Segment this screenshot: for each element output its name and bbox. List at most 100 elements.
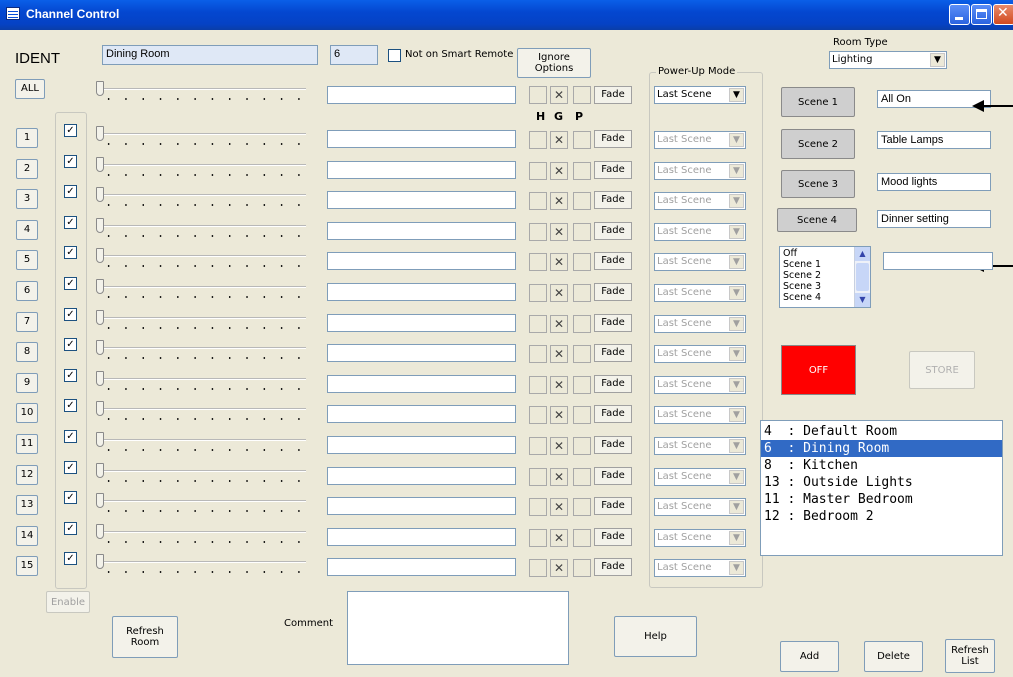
channel-slider[interactable] [96,248,308,272]
slider-thumb[interactable] [96,218,104,233]
chevron-down-icon[interactable]: ▼ [729,255,744,269]
scene-2-button[interactable]: Scene 2 [781,129,855,159]
slider-thumb[interactable] [96,524,104,539]
channel-button[interactable]: 6 [16,281,38,301]
all-g-toggle[interactable]: ✕ [550,86,568,104]
channel-g-toggle[interactable]: ✕ [550,162,568,180]
slider-thumb[interactable] [96,401,104,416]
scene-1-button[interactable]: Scene 1 [781,87,855,117]
chevron-down-icon[interactable]: ▼ [729,531,744,545]
channel-g-toggle[interactable]: ✕ [550,284,568,302]
channel-fade-button[interactable]: Fade [594,375,632,393]
chevron-down-icon[interactable]: ▼ [729,317,744,331]
scrollbar[interactable]: ▲ ▼ [854,247,870,307]
scene-list-item[interactable]: Scene 3 [783,281,821,292]
delete-button[interactable]: Delete [864,641,923,672]
channel-p-toggle[interactable] [573,284,591,302]
channel-g-toggle[interactable]: ✕ [550,192,568,210]
channel-name-field[interactable] [327,375,516,393]
channel-p-toggle[interactable] [573,162,591,180]
all-fade-button[interactable]: Fade [594,86,632,104]
channel-g-toggle[interactable]: ✕ [550,406,568,424]
channel-enable-checkbox[interactable]: ✓ [64,552,77,565]
chevron-down-icon[interactable]: ▼ [729,347,744,361]
channel-power-up-select[interactable]: Last Scene ▼ [654,315,746,333]
all-power-up-select[interactable]: Last Scene ▼ [654,86,746,104]
channel-fade-button[interactable]: Fade [594,314,632,332]
chevron-down-icon[interactable]: ▼ [729,133,744,147]
channel-power-up-select[interactable]: Last Scene ▼ [654,253,746,271]
scroll-up-icon[interactable]: ▲ [855,247,870,261]
channel-power-up-select[interactable]: Last Scene ▼ [654,406,746,424]
channel-slider[interactable] [96,463,308,487]
refresh-room-button[interactable]: Refresh Room [112,616,178,658]
scene-list-item[interactable]: Off [783,248,821,259]
channel-p-toggle[interactable] [573,406,591,424]
channel-name-field[interactable] [327,314,516,332]
all-button[interactable]: ALL [15,79,45,99]
channel-g-toggle[interactable]: ✕ [550,437,568,455]
slider-thumb[interactable] [96,81,104,96]
channel-h-toggle[interactable] [529,162,547,180]
channel-p-toggle[interactable] [573,131,591,149]
comment-field[interactable] [347,591,569,665]
slider-thumb[interactable] [96,187,104,202]
enable-button[interactable]: Enable [46,591,90,613]
channel-fade-button[interactable]: Fade [594,283,632,301]
channel-enable-checkbox[interactable]: ✓ [64,308,77,321]
channel-name-field[interactable] [327,436,516,454]
channel-enable-checkbox[interactable]: ✓ [64,246,77,259]
channel-slider[interactable] [96,371,308,395]
channel-enable-checkbox[interactable]: ✓ [64,277,77,290]
not-on-remote-checkbox[interactable] [388,49,401,62]
channel-button[interactable]: 2 [16,159,38,179]
channel-button[interactable]: 11 [16,434,38,454]
channel-enable-checkbox[interactable]: ✓ [64,124,77,137]
channel-power-up-select[interactable]: Last Scene ▼ [654,559,746,577]
channel-enable-checkbox[interactable]: ✓ [64,430,77,443]
channel-slider[interactable] [96,310,308,334]
chevron-down-icon[interactable]: ▼ [729,439,744,453]
channel-h-toggle[interactable] [529,345,547,363]
chevron-down-icon[interactable]: ▼ [729,378,744,392]
chevron-down-icon[interactable]: ▼ [729,88,744,102]
maximize-icon[interactable] [971,4,992,25]
room-list-item[interactable]: 12 : Bedroom 2 [761,508,1002,525]
channel-power-up-select[interactable]: Last Scene ▼ [654,284,746,302]
channel-g-toggle[interactable]: ✕ [550,223,568,241]
channel-h-toggle[interactable] [529,559,547,577]
channel-fade-button[interactable]: Fade [594,497,632,515]
chevron-down-icon[interactable]: ▼ [729,164,744,178]
channel-g-toggle[interactable]: ✕ [550,498,568,516]
channel-g-toggle[interactable]: ✕ [550,345,568,363]
channel-p-toggle[interactable] [573,253,591,271]
channel-slider[interactable] [96,218,308,242]
channel-name-field[interactable] [327,497,516,515]
channel-h-toggle[interactable] [529,131,547,149]
channel-enable-checkbox[interactable]: ✓ [64,185,77,198]
channel-fade-button[interactable]: Fade [594,436,632,454]
channel-h-toggle[interactable] [529,223,547,241]
channel-fade-button[interactable]: Fade [594,252,632,270]
channel-power-up-select[interactable]: Last Scene ▼ [654,498,746,516]
channel-button[interactable]: 14 [16,526,38,546]
room-listbox[interactable]: 4 : Default Room 6 : Dining Room 8 : Kitch… [760,420,1003,556]
channel-name-field[interactable] [327,344,516,362]
channel-fade-button[interactable]: Fade [594,344,632,362]
channel-power-up-select[interactable]: Last Scene ▼ [654,468,746,486]
channel-p-toggle[interactable] [573,437,591,455]
channel-power-up-select[interactable]: Last Scene ▼ [654,376,746,394]
channel-name-field[interactable] [327,467,516,485]
room-list-item[interactable]: 4 : Default Room [761,423,1002,440]
channel-fade-button[interactable]: Fade [594,528,632,546]
all-h-toggle[interactable] [529,86,547,104]
channel-enable-checkbox[interactable]: ✓ [64,399,77,412]
add-button[interactable]: Add [780,641,839,672]
channel-button[interactable]: 12 [16,465,38,485]
off-button[interactable]: OFF [781,345,856,395]
scene-list-item[interactable]: Scene 1 [783,259,821,270]
channel-name-field[interactable] [327,283,516,301]
channel-h-toggle[interactable] [529,192,547,210]
channel-power-up-select[interactable]: Last Scene ▼ [654,162,746,180]
scene-listbox[interactable]: Off Scene 1 Scene 2 Scene 3 Scene 4 ▲ ▼ [779,246,871,308]
